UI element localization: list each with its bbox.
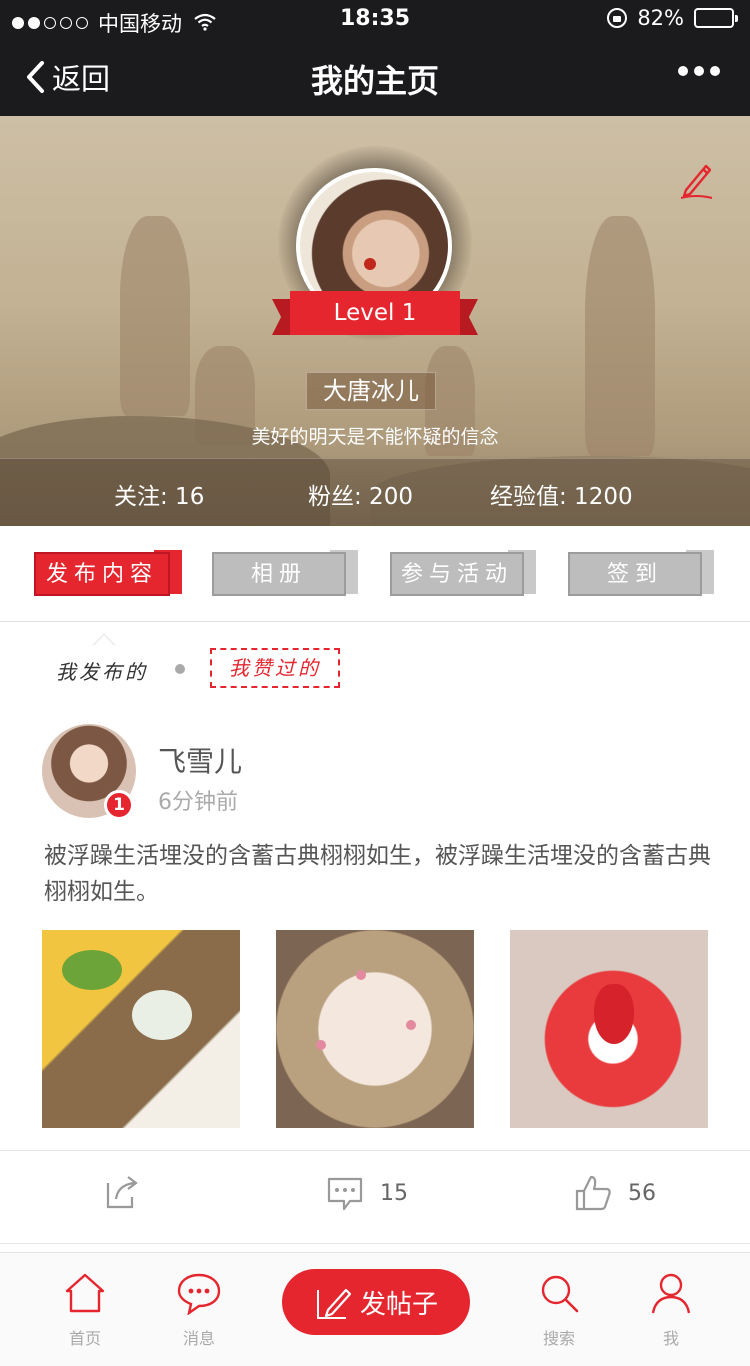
image-detail <box>62 950 122 990</box>
post-image-dessert[interactable] <box>510 930 708 1128</box>
user-icon <box>651 1273 691 1314</box>
tab-album[interactable]: 相册 <box>212 550 358 596</box>
like-count: 56 <box>628 1180 656 1206</box>
tabbar-label: 我 <box>662 1329 679 1348</box>
home-icon <box>65 1273 105 1313</box>
battery-icon <box>694 8 738 28</box>
tab-label: 签到 <box>568 552 702 596</box>
tabbar-home[interactable]: 首页 <box>40 1271 130 1349</box>
comment-button[interactable]: 15 <box>326 1173 408 1213</box>
more-dot <box>710 66 720 76</box>
tab-checkin[interactable]: 签到 <box>568 550 714 596</box>
image-detail <box>406 1020 416 1030</box>
image-detail <box>356 970 366 980</box>
tabbar-label: 消息 <box>182 1329 215 1348</box>
nav-bar: 返回 我的主页 <box>0 38 750 116</box>
tabbar-label: 搜索 <box>542 1329 575 1348</box>
tab-label: 发布内容 <box>34 552 170 596</box>
more-icon[interactable] <box>678 66 720 76</box>
post-text: 被浮躁生活埋没的含蓄古典栩栩如生，被浮躁生活埋没的含蓄古典栩栩如生。 <box>44 843 711 905</box>
new-post-label: 发帖子 <box>359 1289 438 1320</box>
comment-icon <box>327 1177 363 1211</box>
more-dot <box>694 66 704 76</box>
like-button[interactable]: 56 <box>574 1173 656 1213</box>
comment-count: 15 <box>380 1180 408 1206</box>
tabbar-search[interactable]: 搜索 <box>514 1271 604 1349</box>
level-ribbon: Level 1 <box>290 291 460 335</box>
post-image-cookies[interactable] <box>276 930 474 1128</box>
tab-label: 相册 <box>212 552 346 596</box>
tab-activities[interactable]: 参与活动 <box>390 550 536 596</box>
sub-tabs: 我发布的 我赞过的 <box>0 622 750 714</box>
post-images <box>42 930 708 1128</box>
image-detail <box>316 1040 326 1050</box>
search-icon <box>541 1275 579 1313</box>
thumbs-up-icon <box>575 1175 611 1211</box>
tabbar-me[interactable]: 我 <box>626 1271 716 1349</box>
profile-header: Level 1 大唐冰儿 美好的明天是不能怀疑的信念 关注: 16 粉丝: 20… <box>0 116 750 526</box>
level-badge: 1 <box>104 790 134 820</box>
subtab-liked[interactable]: 我赞过的 <box>210 648 340 688</box>
level-ribbon-layer: Level 1 <box>0 116 750 526</box>
bottom-tab-bar: 首页 消息 发帖子 搜索 我 <box>0 1252 750 1366</box>
lock-rotation-icon <box>607 8 628 28</box>
image-detail <box>132 990 192 1040</box>
battery-percent: 82% <box>637 6 684 30</box>
post-image-bread[interactable] <box>42 930 240 1128</box>
more-dot <box>678 66 688 76</box>
tabbar-messages[interactable]: 消息 <box>154 1271 244 1349</box>
post-time: 6分钟前 <box>158 790 238 815</box>
share-icon <box>106 1176 138 1209</box>
new-post-button[interactable]: 发帖子 <box>282 1269 470 1335</box>
message-icon <box>177 1273 221 1315</box>
tabbar-label: 首页 <box>68 1329 101 1348</box>
share-button[interactable] <box>104 1173 142 1213</box>
post-actions: 15 56 <box>0 1150 750 1244</box>
page-title: 我的主页 <box>310 62 439 100</box>
content-tabs: 发布内容 相册 参与活动 签到 <box>0 526 750 657</box>
post-author[interactable]: 飞雪儿 <box>158 740 242 780</box>
status-bar: 中国移动 18:35 82% <box>0 0 750 38</box>
tab-publish[interactable]: 发布内容 <box>34 550 182 657</box>
top-bar: 中国移动 18:35 82% 返回 我的主页 <box>0 0 750 116</box>
subtab-published[interactable]: 我发布的 <box>56 656 148 685</box>
subtab-separator <box>175 664 185 674</box>
status-right: 82% <box>607 6 738 30</box>
pencil-icon <box>316 1288 352 1319</box>
image-detail <box>594 984 634 1044</box>
tab-label: 参与活动 <box>390 552 524 596</box>
